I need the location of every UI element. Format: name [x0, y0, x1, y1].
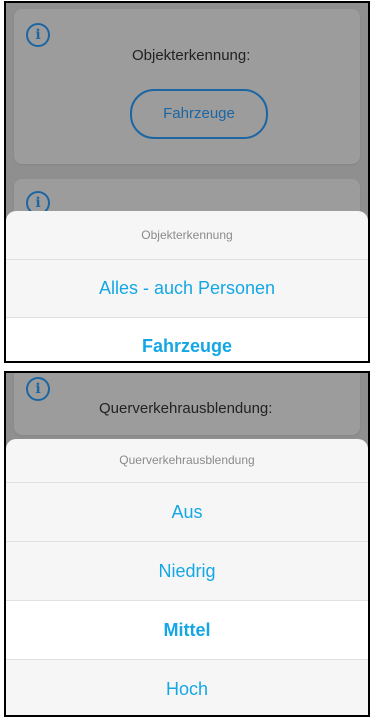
screenshot-composite: i Objekterkennung: Fahrzeuge i Objekterk…	[0, 0, 373, 717]
settings-card-objekterkennung: i Objekterkennung: Fahrzeuge	[14, 9, 360, 164]
action-sheet-title: Querverkehrausblendung	[6, 439, 368, 483]
panel-querverkehrausblendung: i Querverkehrausblendung: Querverkehraus…	[4, 371, 370, 717]
option-hoch[interactable]: Hoch	[6, 660, 368, 714]
action-sheet: Objekterkennung Alles - auch Personen Fa…	[6, 211, 368, 361]
action-sheet-title: Objekterkennung	[6, 211, 368, 260]
current-value-button[interactable]: Fahrzeuge	[130, 89, 268, 139]
setting-label: Querverkehrausblendung:	[99, 400, 273, 417]
option-niedrig[interactable]: Niedrig	[6, 542, 368, 601]
info-icon[interactable]: i	[26, 23, 50, 47]
option-fahrzeuge[interactable]: Fahrzeuge	[6, 318, 368, 361]
setting-label: Objekterkennung:	[132, 47, 251, 64]
settings-card-querverkehrausblendung: i Querverkehrausblendung:	[14, 373, 360, 435]
option-mittel[interactable]: Mittel	[6, 601, 368, 660]
action-sheet: Querverkehrausblendung Aus Niedrig Mitte…	[6, 439, 368, 715]
panel-objekterkennung: i Objekterkennung: Fahrzeuge i Objekterk…	[4, 1, 370, 363]
info-icon[interactable]: i	[26, 377, 50, 401]
option-aus[interactable]: Aus	[6, 483, 368, 542]
option-alles-auch-personen[interactable]: Alles - auch Personen	[6, 260, 368, 318]
